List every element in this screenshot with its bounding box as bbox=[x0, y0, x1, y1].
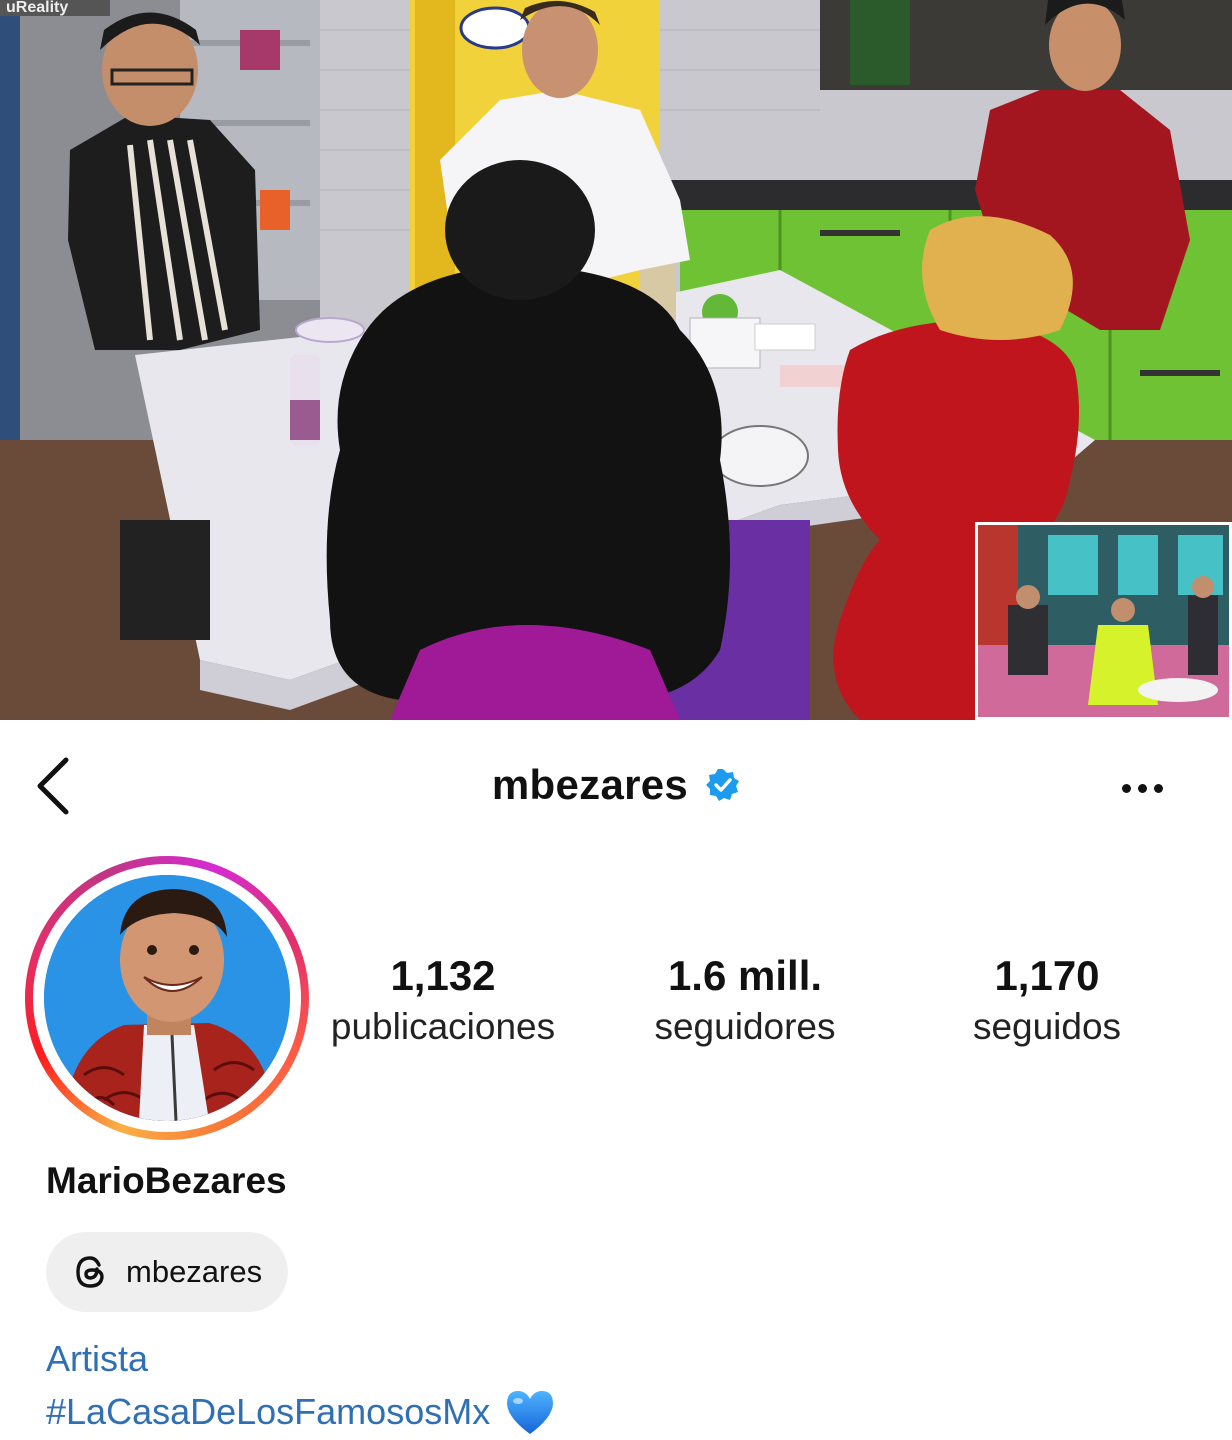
profile-section: mbezares 1,132 publicaciones 1.6 mill. s… bbox=[0, 720, 1232, 1440]
blue-heart-icon bbox=[507, 1391, 554, 1434]
posts-count-value: 1,132 bbox=[390, 952, 496, 999]
bio-hashtag-text: #LaCasaDeLosFamososMx bbox=[46, 1391, 491, 1432]
followers-count-value: 1.6 mill. bbox=[667, 952, 823, 999]
profile-stats: 1,132 publicaciones 1.6 mill. seguidores… bbox=[0, 950, 1232, 1070]
bio-hashtag-link[interactable]: #LaCasaDeLosFamososMx bbox=[46, 1388, 556, 1436]
svg-text:uReality: uReality bbox=[6, 0, 68, 16]
top-nav-bar: mbezares bbox=[0, 720, 1232, 840]
followers-count-label: seguidores bbox=[654, 1006, 836, 1047]
more-dots-icon bbox=[1137, 783, 1147, 793]
display-name: MarioBezares bbox=[46, 1160, 287, 1201]
profile-title: mbezares bbox=[0, 760, 1232, 810]
following-count-value: 1,170 bbox=[994, 952, 1100, 999]
followers-count[interactable]: 1.6 mill. seguidores bbox=[622, 950, 868, 1052]
more-options-button[interactable] bbox=[1112, 768, 1172, 808]
verified-badge-icon bbox=[706, 769, 740, 801]
following-count-label: seguidos bbox=[972, 1006, 1122, 1047]
posts-count-label: publicaciones bbox=[330, 1006, 556, 1047]
more-dots-icon bbox=[1153, 783, 1163, 793]
threads-handle: mbezares bbox=[126, 1254, 263, 1289]
threads-profile-link[interactable]: mbezares bbox=[46, 1232, 289, 1312]
more-dots-icon bbox=[1121, 783, 1131, 793]
following-count[interactable]: 1,170 seguidos bbox=[938, 950, 1156, 1052]
threads-icon bbox=[76, 1256, 104, 1288]
bio-category: Artista bbox=[46, 1338, 149, 1379]
tv-screenshot-photo: uReality bbox=[0, 0, 1232, 720]
picture-in-picture-studio bbox=[975, 522, 1232, 720]
posts-count[interactable]: 1,132 publicaciones bbox=[300, 950, 586, 1052]
username: mbezares bbox=[491, 761, 689, 808]
